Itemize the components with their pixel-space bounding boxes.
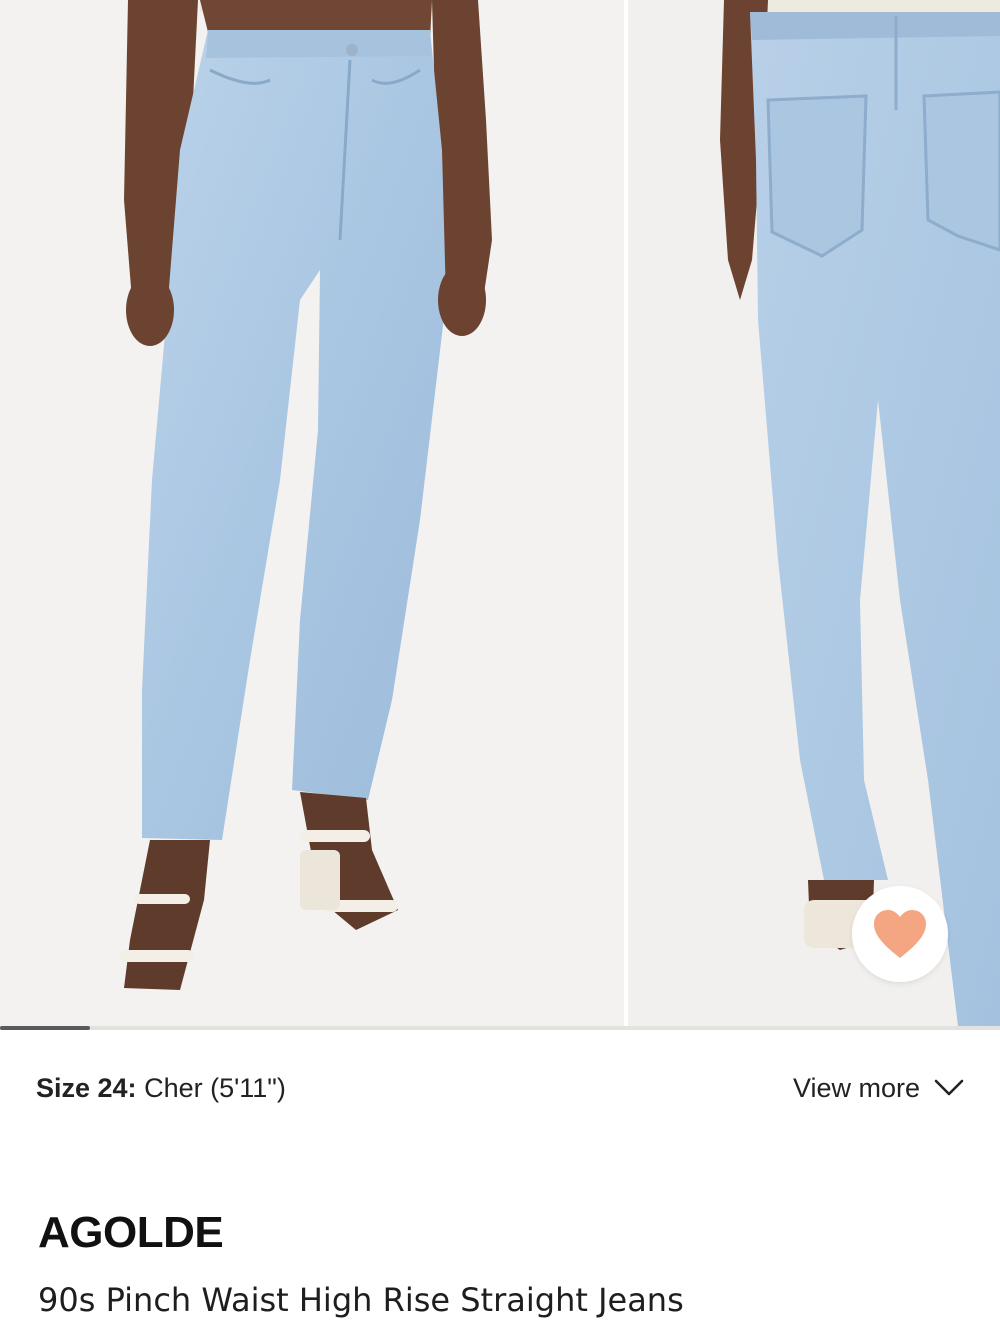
- favorite-button[interactable]: [852, 886, 948, 982]
- view-more-label: View more: [792, 1072, 920, 1103]
- view-more-button[interactable]: View more: [793, 1073, 964, 1104]
- model-back-jeans-photo: [720, 0, 1000, 1026]
- model-size-info: Size 24: Cher (5'11"): [36, 1073, 286, 1104]
- size-label: Size 24:: [36, 1072, 137, 1103]
- brand-name[interactable]: AGOLDE: [38, 1208, 224, 1258]
- heart-icon: [874, 910, 926, 958]
- gallery-progress-fill: [0, 1026, 90, 1030]
- product-photo-back[interactable]: [628, 0, 1000, 1026]
- product-image-gallery[interactable]: [0, 0, 1000, 1030]
- gallery-progress-track: [0, 1026, 1000, 1030]
- model-size-row: Size 24: Cher (5'11") View more: [36, 1066, 964, 1110]
- chevron-down-icon: [934, 1079, 964, 1096]
- model-front-jeans-photo: [120, 0, 492, 990]
- product-title: 90s Pinch Waist High Rise Straight Jeans: [38, 1281, 684, 1319]
- product-photo-front[interactable]: [0, 0, 624, 1026]
- model-name-height: Cher (5'11"): [144, 1072, 286, 1103]
